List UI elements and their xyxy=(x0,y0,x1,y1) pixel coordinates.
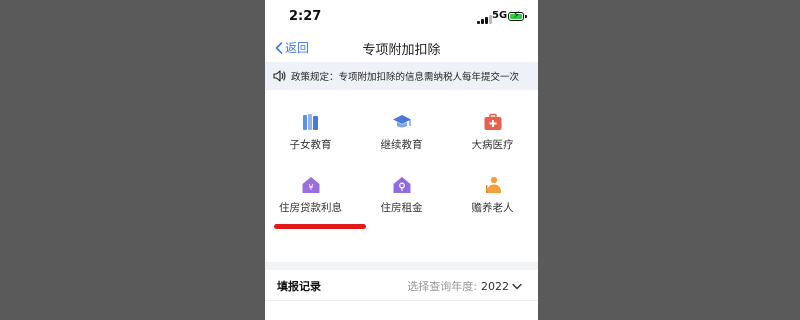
chevron-down-icon xyxy=(512,283,522,289)
elder-person-icon xyxy=(486,176,501,193)
svg-text:¥: ¥ xyxy=(308,183,313,192)
status-time: 2:27 xyxy=(289,9,322,24)
books-icon xyxy=(303,114,318,130)
status-bar: 2:27 5G ⚡ xyxy=(265,0,538,34)
category-continuing-education[interactable]: 继续教育 xyxy=(356,100,447,151)
page-title: 专项附加扣除 xyxy=(362,43,441,58)
policy-notice: 政策规定：专项附加扣除的信息需纳税人每年提交一次 xyxy=(265,62,538,90)
category-label: 子女教育 xyxy=(289,139,332,151)
category-elderly-support[interactable]: 赡养老人 xyxy=(447,163,538,214)
section-divider xyxy=(265,262,538,270)
category-label: 赡养老人 xyxy=(471,202,514,214)
selected-year: 2022 xyxy=(481,279,509,293)
signal-icon xyxy=(477,14,493,24)
speaker-icon xyxy=(273,70,286,82)
records-header: 填报记录 选择查询年度: 2022 xyxy=(265,270,538,320)
category-grid: 子女教育 继续教育 大病医疗 ¥ 住房贷款利息 住房租金 赡养老人 xyxy=(265,100,538,260)
category-children-education[interactable]: 子女教育 xyxy=(265,100,356,151)
category-label: 住房贷款利息 xyxy=(279,202,342,214)
category-label: 住房租金 xyxy=(380,202,423,214)
divider xyxy=(265,300,538,301)
medical-kit-icon xyxy=(484,113,502,130)
battery-icon: ⚡ xyxy=(508,10,527,21)
network-label: 5G xyxy=(492,10,508,21)
category-housing-rent[interactable]: 住房租金 xyxy=(356,163,447,214)
category-label: 继续教育 xyxy=(380,139,423,151)
red-highlight-underline xyxy=(274,224,366,229)
graduation-cap-icon xyxy=(393,115,411,128)
nav-bar: 返回 专项附加扣除 xyxy=(265,34,538,62)
house-loan-icon: ¥ xyxy=(302,177,320,193)
category-serious-illness[interactable]: 大病医疗 xyxy=(447,100,538,151)
notice-text: 政策规定：专项附加扣除的信息需纳税人每年提交一次 xyxy=(291,72,520,83)
category-housing-loan-interest[interactable]: ¥ 住房贷款利息 xyxy=(265,163,356,214)
house-key-icon xyxy=(393,177,411,193)
year-selector[interactable]: 选择查询年度: 2022 xyxy=(407,278,522,294)
year-prompt: 选择查询年度: xyxy=(407,280,477,293)
phone-screen: 2:27 5G ⚡ 返回 专项附加扣除 政策规定：专项附加扣除的信息需纳税人每年… xyxy=(265,0,538,320)
category-label: 大病医疗 xyxy=(471,139,514,151)
records-title: 填报记录 xyxy=(277,280,321,293)
